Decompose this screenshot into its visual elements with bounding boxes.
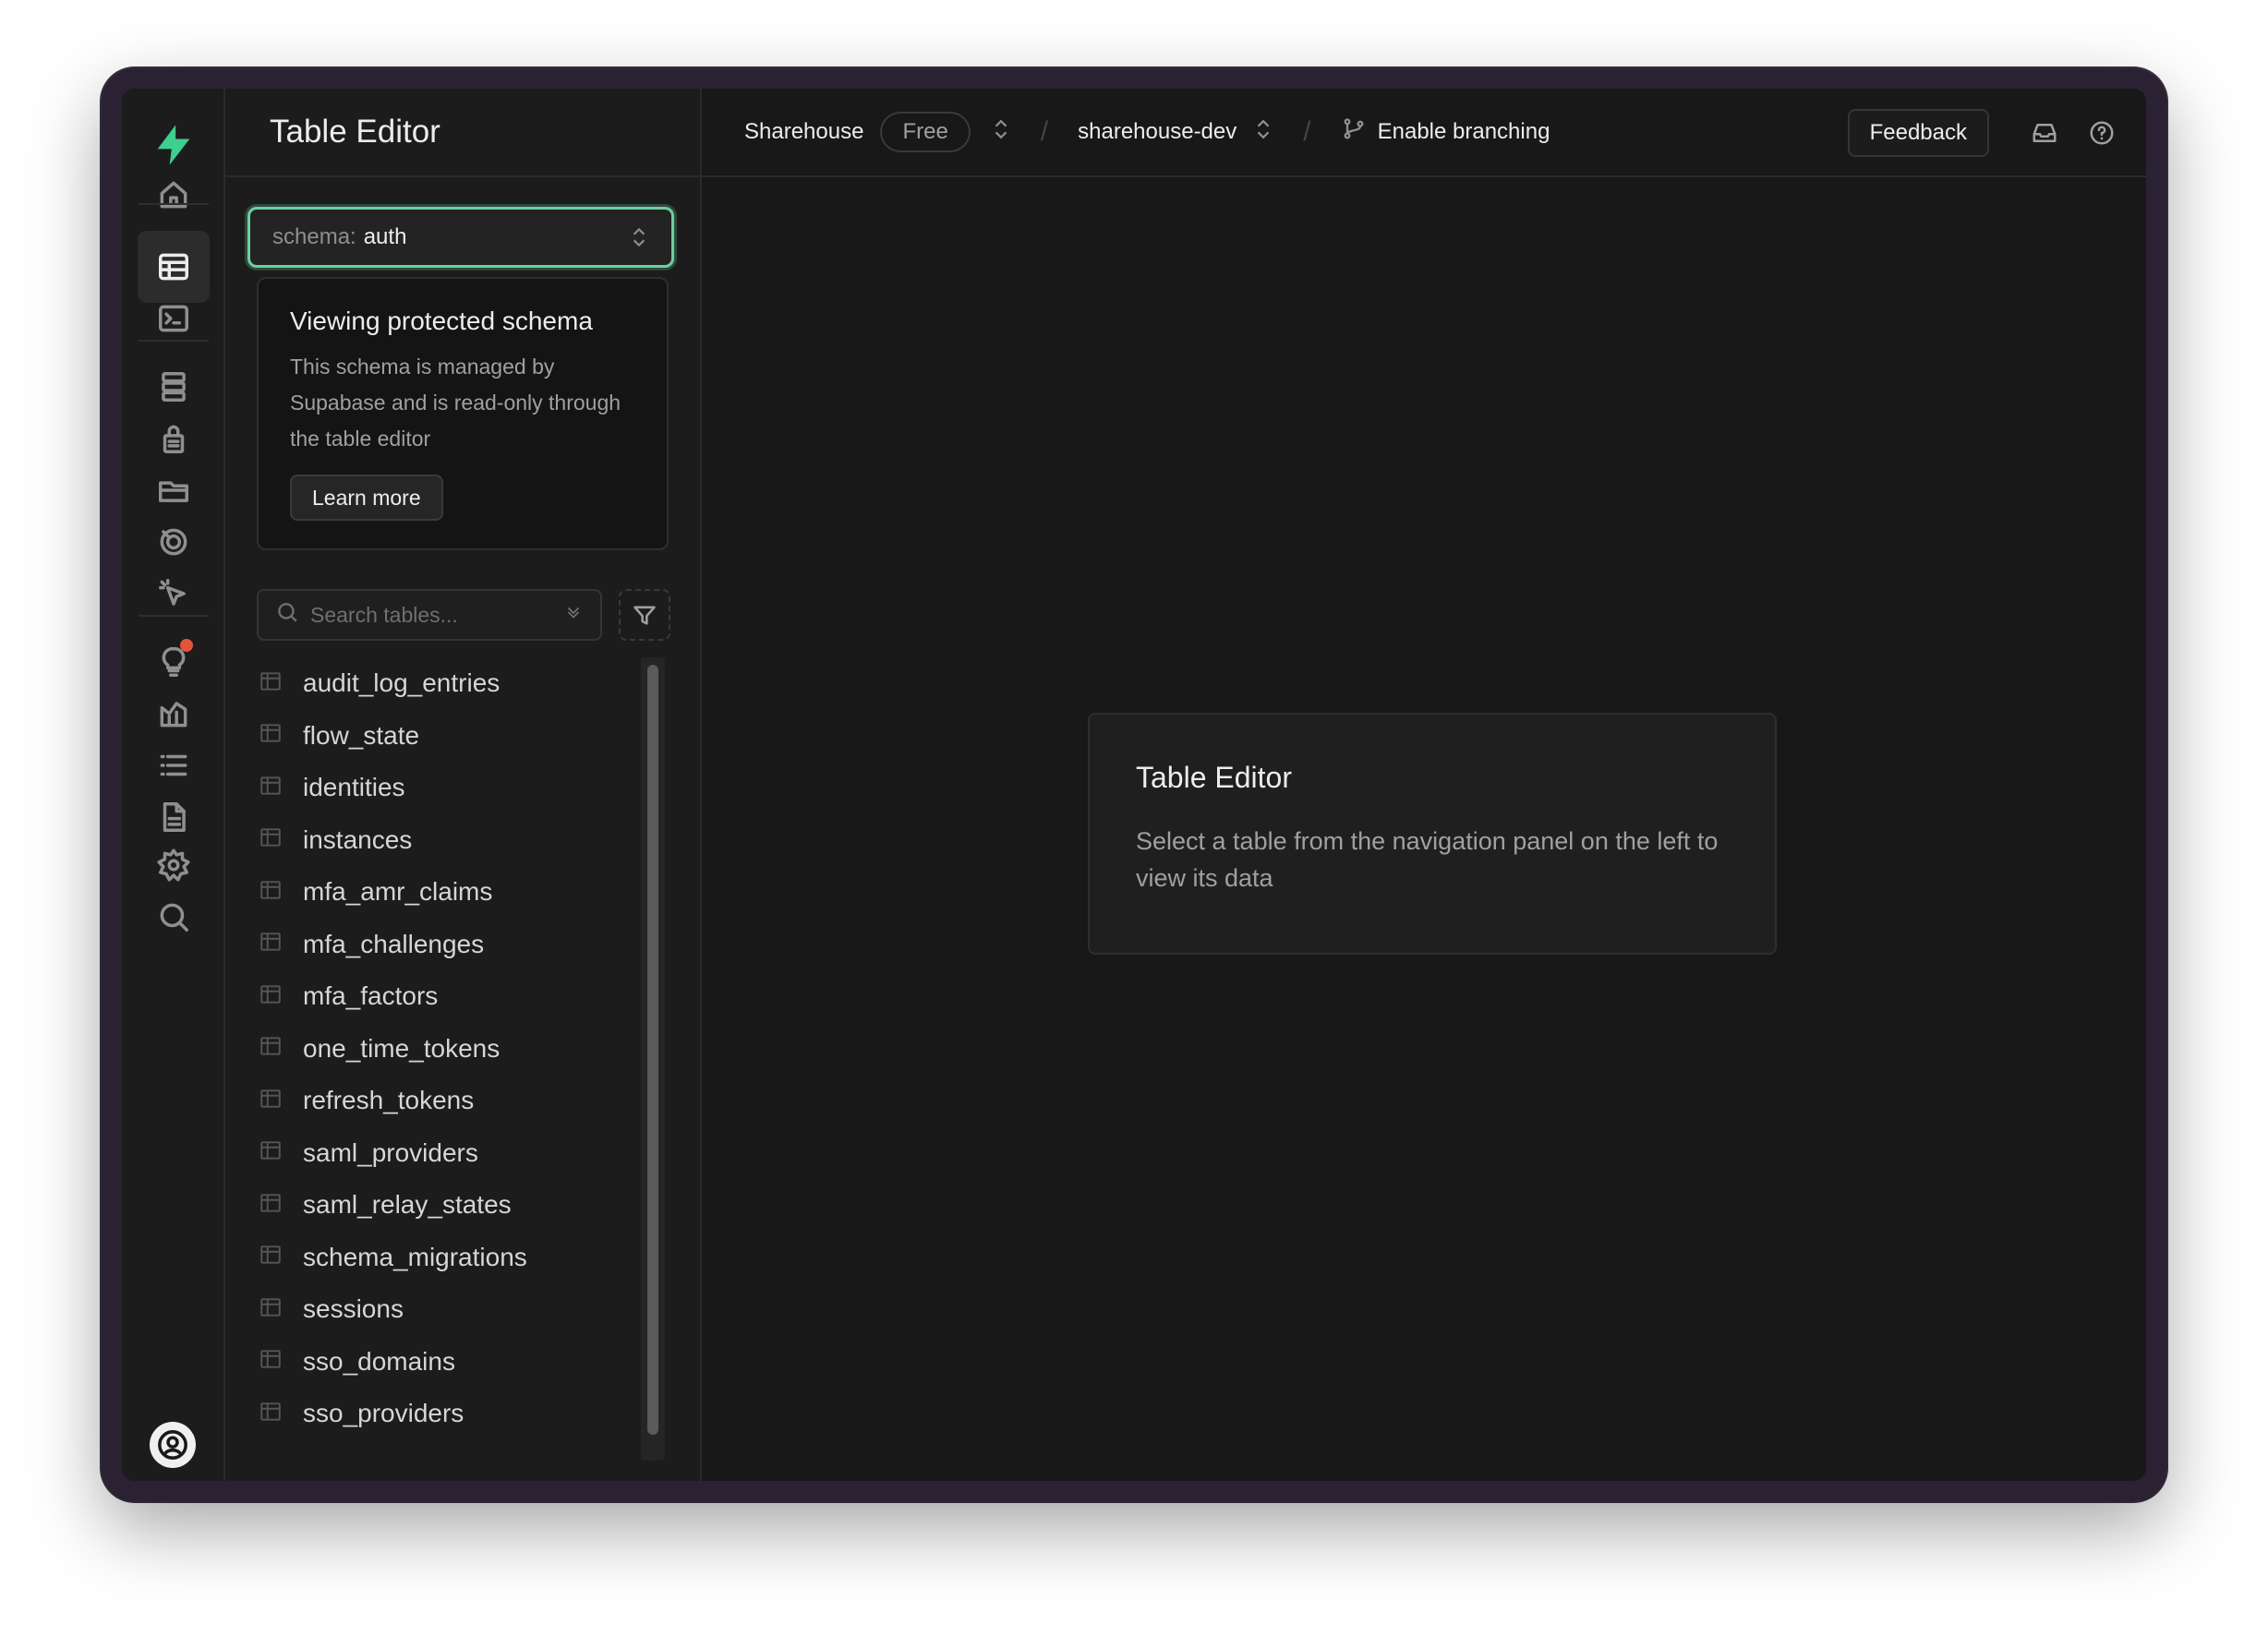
table-list-item[interactable]: refresh_tokens (259, 1075, 628, 1127)
rail-divider (139, 203, 209, 205)
table-list-item[interactable]: mfa_challenges (259, 919, 628, 971)
table-icon (259, 878, 283, 907)
icon-rail (122, 89, 225, 1481)
table-name: mfa_factors (303, 981, 439, 1011)
table-name: identities (303, 773, 405, 802)
table-icon (259, 721, 283, 750)
notification-dot (180, 639, 193, 652)
table-icon (259, 774, 283, 802)
table-list-item[interactable]: flow_state (259, 710, 628, 763)
protected-schema-notice: Viewing protected schema This schema is … (257, 277, 669, 550)
table-list-item[interactable]: identities (259, 762, 628, 814)
project-name[interactable]: sharehouse-dev (1078, 119, 1237, 145)
sql-editor-icon[interactable] (138, 283, 210, 355)
table-list-item[interactable]: one_time_tokens (259, 1023, 628, 1076)
filter-icon (633, 606, 656, 625)
table-name: audit_log_entries (303, 668, 501, 698)
feedback-button[interactable]: Feedback (1847, 109, 1989, 157)
chevron-updown-icon (629, 224, 649, 250)
table-icon (259, 1087, 283, 1115)
table-name: saml_relay_states (303, 1190, 512, 1220)
table-list-item[interactable]: schema_migrations (259, 1232, 628, 1284)
search-icon[interactable] (138, 881, 210, 953)
table-list-item[interactable]: mfa_amr_claims (259, 866, 628, 919)
table-list-item[interactable]: sso_domains (259, 1336, 628, 1389)
org-name[interactable]: Sharehouse (744, 119, 863, 145)
table-icon (259, 1191, 283, 1220)
table-name: sessions (303, 1294, 404, 1324)
table-icon (259, 1243, 283, 1271)
device-frame: Table Editor schema: auth Viewing protec… (102, 68, 2166, 1501)
panel-title: Table Editor (270, 114, 440, 150)
table-icon (259, 1034, 283, 1063)
empty-state-body: Select a table from the navigation panel… (1136, 827, 1719, 892)
table-icon (259, 669, 283, 698)
app-window: Table Editor schema: auth Viewing protec… (122, 89, 2146, 1481)
table-name: sso_domains (303, 1346, 455, 1376)
user-avatar-icon[interactable] (150, 1422, 196, 1468)
table-name: mfa_challenges (303, 929, 485, 958)
rail-divider (139, 340, 209, 342)
table-name: one_time_tokens (303, 1033, 501, 1063)
project-switcher-icon[interactable] (1253, 115, 1273, 150)
table-list-item[interactable]: mfa_factors (259, 970, 628, 1023)
table-icon (259, 1400, 283, 1428)
home-icon[interactable] (138, 159, 210, 231)
breadcrumb-separator: / (1040, 116, 1049, 147)
plan-badge: Free (880, 112, 971, 152)
rail-divider (139, 615, 209, 617)
table-icon (259, 1295, 283, 1324)
notice-title: Viewing protected schema (290, 307, 593, 335)
table-icon (259, 982, 283, 1011)
table-icon (259, 1138, 283, 1167)
table-name: mfa_amr_claims (303, 877, 493, 907)
table-name: instances (303, 824, 413, 854)
table-name: saml_providers (303, 1137, 478, 1167)
table-list-item[interactable]: sessions (259, 1283, 628, 1336)
empty-state-title: Table Editor (1136, 761, 1292, 794)
chevron-down-icon[interactable] (563, 602, 584, 628)
search-tables-input[interactable]: Search tables... (257, 589, 602, 641)
table-list-panel: Table Editor schema: auth Viewing protec… (225, 89, 702, 1481)
inbox-icon[interactable] (2026, 114, 2063, 151)
table-list-item[interactable]: audit_log_entries (259, 657, 628, 710)
table-name: sso_providers (303, 1399, 464, 1428)
table-icon (259, 930, 283, 958)
enable-branching-link[interactable]: Enable branching (1378, 119, 1550, 145)
table-list: audit_log_entries flow_state identities ins… (259, 657, 628, 1461)
table-name: refresh_tokens (303, 1086, 475, 1115)
table-list-item[interactable]: saml_relay_states (259, 1179, 628, 1232)
table-icon (259, 1347, 283, 1376)
edge-functions-icon[interactable] (138, 558, 210, 630)
table-name: flow_state (303, 720, 420, 750)
table-list-item[interactable]: sso_providers (259, 1388, 628, 1440)
breadcrumb-separator: / (1303, 116, 1311, 147)
schema-selector[interactable]: schema: auth (247, 207, 674, 268)
schema-label: schema: (272, 224, 356, 249)
empty-state-card: Table Editor Select a table from the nav… (1088, 713, 1777, 955)
git-branch-icon (1341, 116, 1367, 149)
table-name: schema_migrations (303, 1242, 527, 1271)
filter-button[interactable] (619, 589, 670, 641)
help-icon[interactable] (2083, 114, 2120, 151)
search-icon (275, 600, 299, 630)
scrollbar[interactable] (641, 657, 665, 1461)
scrollbar-thumb[interactable] (647, 665, 658, 1435)
notice-body: This schema is managed by Supabase and i… (290, 355, 621, 451)
table-icon (259, 825, 283, 854)
top-bar: Sharehouse Free / sharehouse-dev / Enabl… (702, 89, 2146, 177)
learn-more-button[interactable]: Learn more (290, 475, 443, 521)
table-list-item[interactable]: instances (259, 814, 628, 867)
search-placeholder: Search tables... (310, 602, 458, 627)
schema-value: auth (363, 224, 407, 249)
panel-header: Table Editor (225, 89, 700, 177)
org-switcher-icon[interactable] (991, 115, 1011, 150)
table-list-item[interactable]: saml_providers (259, 1127, 628, 1180)
